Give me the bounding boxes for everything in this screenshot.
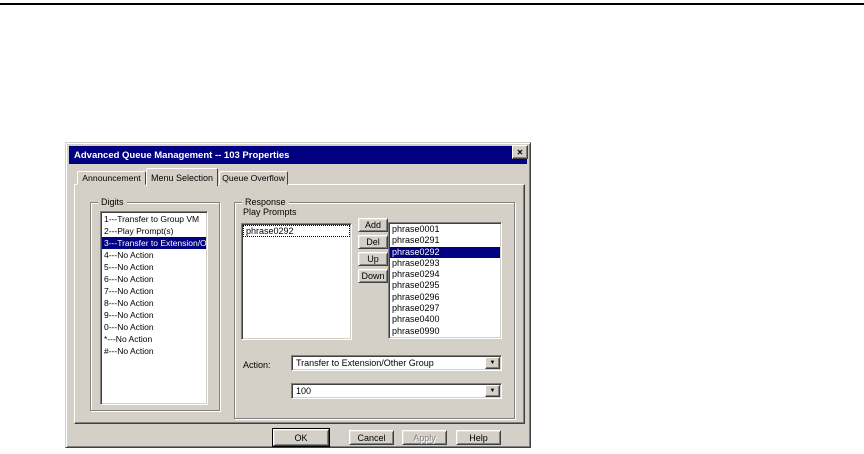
page-top-rule [0, 3, 864, 5]
digit-list-item[interactable]: 1---Transfer to Group VM [102, 213, 206, 225]
digits-groupbox: Digits 1---Transfer to Group VM 2---Play … [90, 197, 220, 411]
ok-button[interactable]: OK [272, 428, 330, 447]
chevron-down-icon: ▼ [489, 360, 496, 366]
digits-group-label: Digits [98, 197, 127, 207]
down-button[interactable]: Down [358, 269, 388, 283]
dialog-title: Advanced Queue Management -- 103 Propert… [74, 149, 290, 161]
help-button-label: Help [469, 432, 488, 443]
digit-list-item[interactable]: 3---Transfer to Extension/O [102, 237, 206, 249]
available-prompt-item[interactable]: phrase0295 [390, 280, 500, 291]
close-button[interactable]: ✕ [512, 145, 528, 159]
title-bar[interactable]: Advanced Queue Management -- 103 Propert… [69, 146, 527, 164]
available-prompt-item[interactable]: phrase0297 [390, 303, 500, 314]
close-icon: ✕ [516, 147, 524, 157]
action-combobox-value: Transfer to Extension/Other Group [296, 358, 434, 368]
add-button[interactable]: Add [358, 218, 388, 232]
cancel-button-label: Cancel [357, 432, 386, 443]
digits-listbox[interactable]: 1---Transfer to Group VM 2---Play Prompt(… [100, 211, 208, 405]
available-prompt-item[interactable]: phrase0292 [390, 246, 500, 258]
tab-announcement-label: Announcement [82, 173, 141, 183]
digit-list-item[interactable]: 6---No Action [102, 273, 206, 285]
tab-menu-selection-label: Menu Selection [150, 172, 214, 183]
digit-list-item[interactable]: 0---No Action [102, 321, 206, 333]
action-label: Action: [243, 360, 271, 370]
digit-list-item[interactable]: *---No Action [102, 333, 206, 345]
digit-list-item[interactable]: #---No Action [102, 345, 206, 357]
extension-combobox-value: 100 [296, 386, 312, 396]
help-button[interactable]: Help [456, 430, 501, 445]
digit-list-item[interactable]: 2---Play Prompt(s) [102, 225, 206, 237]
del-button-label: Del [366, 237, 380, 247]
selected-prompt-item[interactable]: phrase0292 [243, 225, 350, 237]
ok-button-label: OK [294, 432, 308, 443]
available-prompt-item[interactable]: phrase0001 [390, 224, 500, 235]
del-button[interactable]: Del [358, 235, 388, 249]
available-prompt-item[interactable]: phrase0990 [390, 326, 500, 337]
available-prompts-listbox[interactable]: phrase0001 phrase0291 phrase0292 phrase0293… [388, 222, 502, 339]
up-button[interactable]: Up [358, 252, 388, 266]
tab-menu-selection[interactable]: Menu Selection [146, 168, 218, 186]
available-prompt-item[interactable]: phrase0296 [390, 292, 500, 303]
menu-selection-tab-page: Digits 1---Transfer to Group VM 2---Play … [74, 184, 525, 424]
available-prompt-item[interactable]: phrase0400 [390, 314, 500, 325]
action-dropdown-button[interactable]: ▼ [485, 357, 500, 369]
digit-list-item[interactable]: 8---No Action [102, 297, 206, 309]
tab-queue-overflow[interactable]: Queue Overflow [219, 171, 288, 185]
advanced-queue-management-dialog: Advanced Queue Management -- 103 Propert… [65, 142, 531, 448]
digit-list-item[interactable]: 7---No Action [102, 285, 206, 297]
cancel-button[interactable]: Cancel [349, 430, 394, 445]
tab-announcement[interactable]: Announcement [77, 171, 146, 185]
extension-dropdown-button[interactable]: ▼ [485, 385, 500, 397]
available-prompt-item[interactable]: phrase0291 [390, 235, 500, 246]
selected-prompts-listbox[interactable]: phrase0292 [241, 223, 352, 340]
desktop-page: Advanced Queue Management -- 103 Propert… [0, 0, 864, 454]
add-button-label: Add [364, 220, 381, 230]
available-prompt-item[interactable]: phrase0293 [390, 258, 500, 269]
apply-button: Apply [402, 430, 447, 445]
tab-queue-overflow-label: Queue Overflow [222, 173, 285, 183]
digit-list-item[interactable]: 5---No Action [102, 261, 206, 273]
response-group-label: Response [242, 197, 289, 207]
up-button-label: Up [367, 254, 379, 264]
response-groupbox: Response Play Prompts phrase0292 Add Del… [234, 197, 515, 419]
digit-list-item[interactable]: 4---No Action [102, 249, 206, 261]
available-prompt-item[interactable]: phrase0294 [390, 269, 500, 280]
down-button-label: Down [361, 271, 385, 281]
chevron-down-icon: ▼ [489, 388, 496, 394]
action-combobox[interactable]: Transfer to Extension/Other Group ▼ [291, 355, 502, 371]
play-prompts-label: Play Prompts [243, 207, 297, 217]
apply-button-label: Apply [413, 432, 436, 443]
extension-combobox[interactable]: 100 ▼ [291, 383, 502, 399]
digit-list-item[interactable]: 9---No Action [102, 309, 206, 321]
